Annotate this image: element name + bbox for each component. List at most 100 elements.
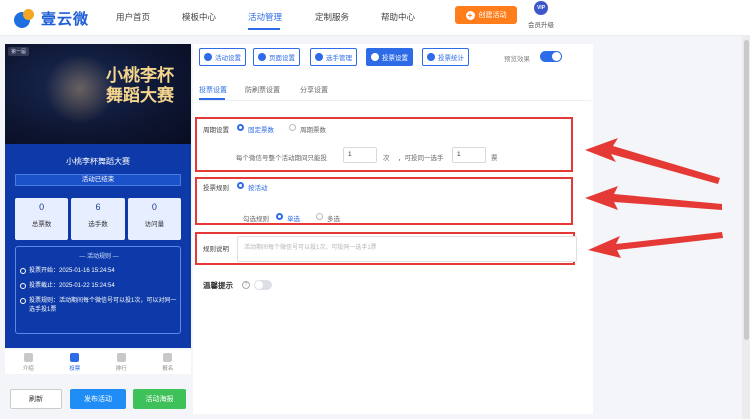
nav-help[interactable]: 帮助中心 bbox=[381, 11, 415, 23]
banner-corner-tag: 第一届 bbox=[8, 47, 30, 56]
banner-title: 小桃李杯 舞蹈大赛 bbox=[97, 66, 183, 106]
subtab-divider bbox=[199, 100, 591, 101]
tab-ranking[interactable]: 排行 bbox=[98, 350, 145, 374]
gear-icon bbox=[204, 53, 212, 61]
vote-icon bbox=[70, 353, 80, 362]
vip-upgrade[interactable]: VIP 会员升级 bbox=[526, 1, 556, 29]
stat-label: 访问量 bbox=[144, 221, 165, 228]
rules-panel: — 活动规则 — 投票开始：2025-01-16 15:24:54 投票截止：2… bbox=[15, 246, 181, 334]
create-activity-label: 创建活动 bbox=[478, 12, 507, 19]
tab-intro[interactable]: 介绍 bbox=[5, 350, 52, 374]
toolbar-label: 投票统计 bbox=[438, 55, 464, 62]
annotation-arrows bbox=[585, 138, 723, 258]
bar-chart-icon bbox=[427, 53, 435, 61]
arrow-icon bbox=[585, 186, 722, 210]
tab-label: 投票 bbox=[69, 366, 81, 372]
rule-text: 投票截止：2025-01-22 15:24:54 bbox=[29, 283, 115, 289]
page-scrollbar-thumb[interactable] bbox=[744, 40, 749, 340]
arrow-icon bbox=[588, 232, 723, 258]
banner-title-line2: 舞蹈大赛 bbox=[106, 86, 174, 105]
rule-line: 投票截止：2025-01-22 15:24:54 bbox=[20, 282, 180, 291]
votes-input[interactable]: 1 bbox=[452, 147, 486, 163]
stat-label: 选手数 bbox=[88, 221, 108, 228]
rule-text: 投票规则：活动期间每个微信号可以投1次，可以对同一选手投1票 bbox=[29, 298, 177, 313]
arrow-icon bbox=[585, 138, 720, 184]
contestant-manage-button[interactable]: 选手管理 bbox=[310, 48, 357, 66]
create-activity-button[interactable]: + 创建活动 bbox=[455, 6, 517, 24]
preview-effect-toggle[interactable] bbox=[540, 51, 562, 62]
toggle-knob bbox=[255, 281, 263, 289]
rule-explain-textarea[interactable]: 活动期间每个微信号可以投1次，可投同一选手1票 bbox=[237, 236, 577, 262]
publish-button[interactable]: 发布活动 bbox=[70, 389, 126, 409]
nav-active-indicator bbox=[248, 28, 280, 30]
stats-row: 0 总票数 6 选手数 0 访问量 bbox=[15, 198, 181, 240]
nav-home[interactable]: 用户首页 bbox=[116, 11, 150, 23]
multi-choice-option[interactable]: 多选 bbox=[327, 213, 340, 223]
users-icon bbox=[315, 53, 323, 61]
single-choice-radio[interactable] bbox=[276, 213, 283, 220]
times-input[interactable]: 1 bbox=[343, 147, 377, 163]
nav-templates[interactable]: 模板中心 bbox=[182, 11, 216, 23]
tab-label: 排行 bbox=[115, 366, 127, 372]
intro-icon bbox=[23, 353, 33, 362]
toolbar-label: 投票设置 bbox=[382, 55, 408, 62]
stat-label: 总票数 bbox=[31, 221, 52, 228]
tab-label: 介绍 bbox=[22, 366, 34, 372]
vote-settings-button[interactable]: 投票设置 bbox=[366, 48, 413, 66]
toggle-knob bbox=[552, 52, 561, 61]
nav-activity-manage[interactable]: 活动管理 bbox=[248, 11, 282, 23]
brand-logo[interactable]: 壹云微 bbox=[14, 8, 89, 29]
logo-icon bbox=[14, 8, 36, 29]
votes-unit: 票 bbox=[491, 155, 498, 162]
stat-value: 0 bbox=[151, 202, 157, 212]
rule-text: 投票开始：2025-01-16 15:24:54 bbox=[29, 268, 115, 274]
stat-contestants: 6 选手数 bbox=[71, 198, 125, 240]
stat-value: 0 bbox=[39, 202, 45, 212]
period-votes-radio[interactable] bbox=[289, 124, 296, 131]
activity-settings-button[interactable]: 活动设置 bbox=[199, 48, 246, 66]
tab-vote[interactable]: 投票 bbox=[52, 350, 99, 374]
refresh-button[interactable]: 刷新 bbox=[10, 389, 62, 409]
rule-line: 投票规则：活动期间每个微信号可以投1次，可以对同一选手投1票 bbox=[20, 297, 180, 315]
clock-icon bbox=[20, 298, 26, 304]
page-settings-button[interactable]: 页面设置 bbox=[253, 48, 300, 66]
rule-line: 投票开始：2025-01-16 15:24:54 bbox=[20, 267, 180, 276]
tip-label: 温馨提示 bbox=[203, 281, 233, 290]
by-activity-option[interactable]: 按活动 bbox=[248, 182, 268, 192]
period-votes-option[interactable]: 周期票数 bbox=[300, 124, 326, 134]
page-icon bbox=[258, 53, 266, 61]
clock-icon bbox=[20, 283, 26, 289]
fixed-votes-option[interactable]: 固定票数 bbox=[248, 124, 274, 134]
vote-stats-button[interactable]: 投票统计 bbox=[422, 48, 469, 66]
banner-title-line1: 小桃李杯 bbox=[106, 66, 174, 85]
check-rule-label: 勾选规则 bbox=[243, 216, 269, 223]
help-icon[interactable]: ? bbox=[242, 281, 250, 289]
subtab-vote-settings[interactable]: 投票设置 bbox=[199, 85, 227, 95]
stat-total-votes: 0 总票数 bbox=[15, 198, 69, 240]
stat-value: 6 bbox=[95, 202, 101, 212]
rules-heading: — 活动规则 — bbox=[79, 254, 119, 260]
fixed-votes-radio[interactable] bbox=[237, 124, 244, 131]
times-unit: 次 bbox=[383, 155, 390, 162]
activity-name: 小桃李杯舞蹈大赛 bbox=[66, 157, 130, 166]
plus-icon: + bbox=[465, 10, 475, 20]
tab-signup[interactable]: 报名 bbox=[145, 350, 192, 374]
activity-banner: 第一届 小桃李杯 舞蹈大赛 bbox=[5, 44, 191, 144]
multi-choice-radio[interactable] bbox=[316, 213, 323, 220]
subtab-anti-fraud[interactable]: 防刷票设置 bbox=[245, 85, 280, 95]
tab-label: 报名 bbox=[162, 366, 174, 372]
by-activity-radio[interactable] bbox=[237, 182, 244, 189]
stat-visits: 0 访问量 bbox=[127, 198, 181, 240]
subtab-share[interactable]: 分享设置 bbox=[300, 85, 328, 95]
toolbar-label: 活动设置 bbox=[215, 55, 241, 62]
poster-button[interactable]: 活动海报 bbox=[133, 389, 186, 409]
clock-icon bbox=[20, 268, 26, 274]
ranking-icon bbox=[116, 353, 126, 362]
single-choice-option[interactable]: 单选 bbox=[287, 213, 300, 223]
period-sentence-prefix: 每个微信号整个活动期间只能投 bbox=[236, 155, 327, 162]
rule-explain-label: 规则说明 bbox=[203, 246, 229, 253]
vip-icon: VIP bbox=[534, 1, 548, 15]
mobile-tabbar: 介绍 投票 排行 报名 bbox=[5, 350, 191, 374]
tip-toggle[interactable] bbox=[254, 280, 272, 290]
nav-custom-service[interactable]: 定制服务 bbox=[315, 11, 349, 23]
